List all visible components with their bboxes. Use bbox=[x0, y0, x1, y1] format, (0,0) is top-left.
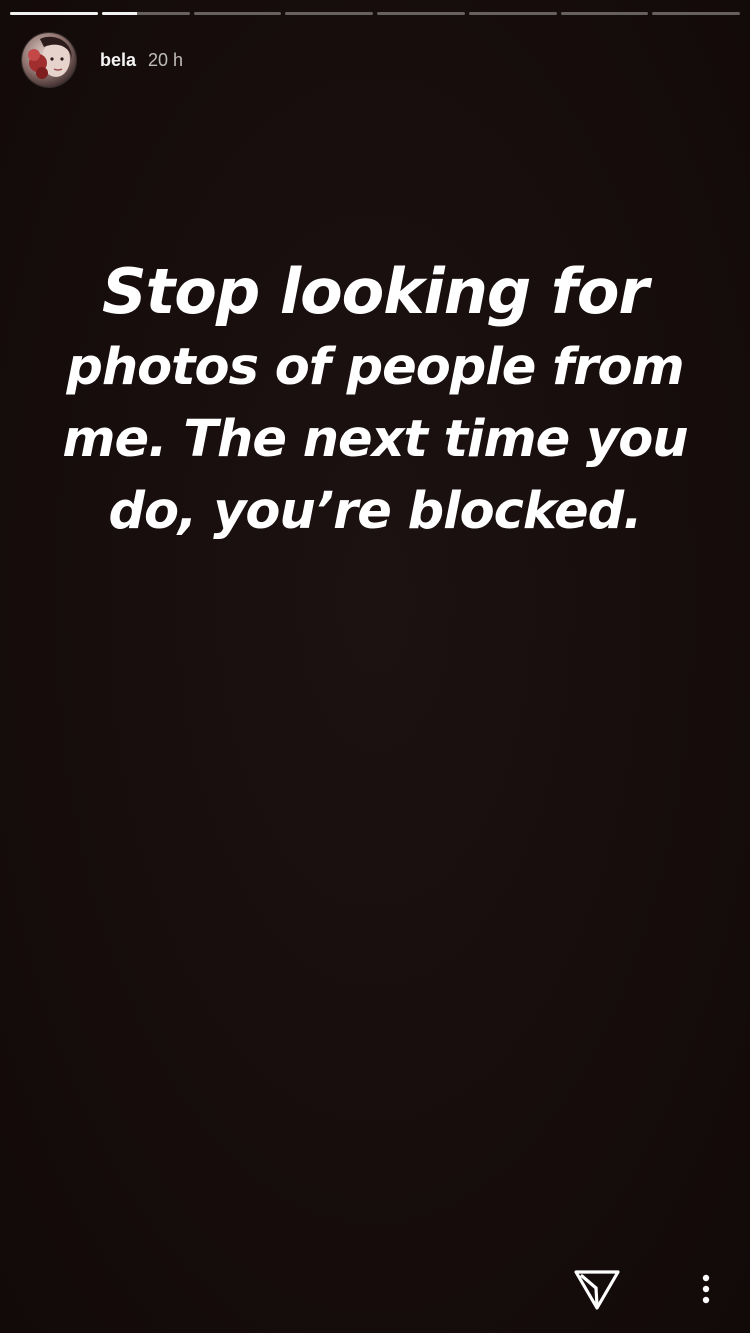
story-timestamp: 20 h bbox=[148, 49, 184, 70]
progress-segment bbox=[377, 12, 465, 15]
progress-segment bbox=[193, 12, 282, 15]
story-text-line: Stop looking for bbox=[101, 255, 649, 328]
progress-segment bbox=[468, 12, 557, 15]
story-viewer[interactable]: bela 20 h Stop looking for photos of peo… bbox=[0, 0, 750, 1333]
username[interactable]: bela bbox=[100, 50, 136, 71]
avatar[interactable] bbox=[22, 33, 76, 87]
story-text-line: photos of people from bbox=[66, 338, 684, 397]
progress-segment bbox=[652, 12, 740, 15]
story-text: Stop looking for photos of people from m… bbox=[30, 252, 720, 548]
progress-segment bbox=[285, 12, 373, 15]
send-icon bbox=[574, 1270, 620, 1310]
story-header: bela 20 h bbox=[22, 32, 183, 88]
progress-segment bbox=[101, 12, 190, 15]
progress-segment bbox=[560, 12, 649, 15]
more-options-button[interactable] bbox=[690, 1270, 722, 1310]
story-text-line: me. The next time you bbox=[62, 410, 688, 469]
send-button[interactable] bbox=[572, 1266, 622, 1316]
story-progress-bars bbox=[10, 12, 740, 16]
story-text-line: do, you’re blocked. bbox=[108, 482, 643, 541]
more-vertical-icon bbox=[702, 1274, 710, 1304]
progress-segment bbox=[10, 12, 98, 15]
